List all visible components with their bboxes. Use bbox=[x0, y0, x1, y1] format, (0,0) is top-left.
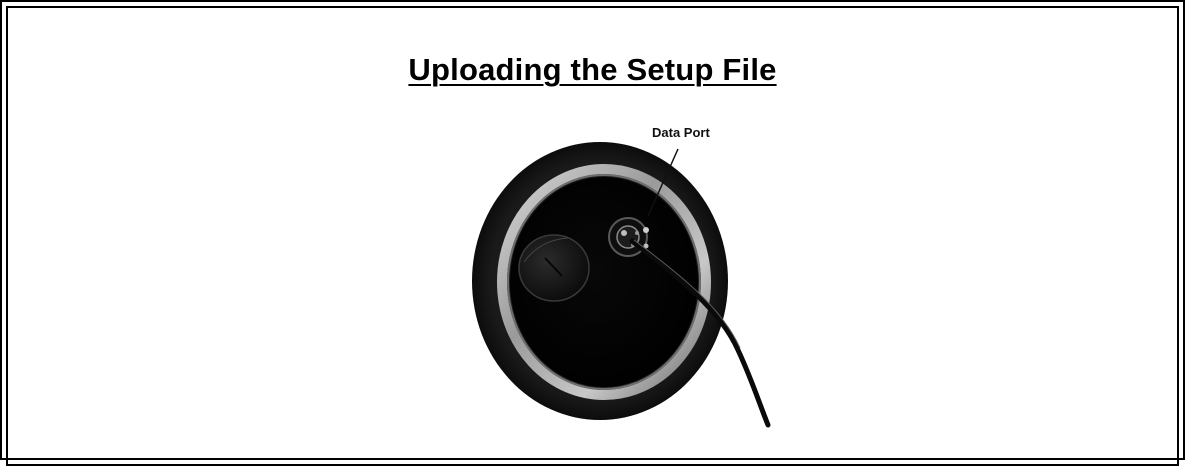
device-photo: Data Port bbox=[472, 125, 771, 428]
data-port-label: Data Port bbox=[652, 125, 710, 140]
